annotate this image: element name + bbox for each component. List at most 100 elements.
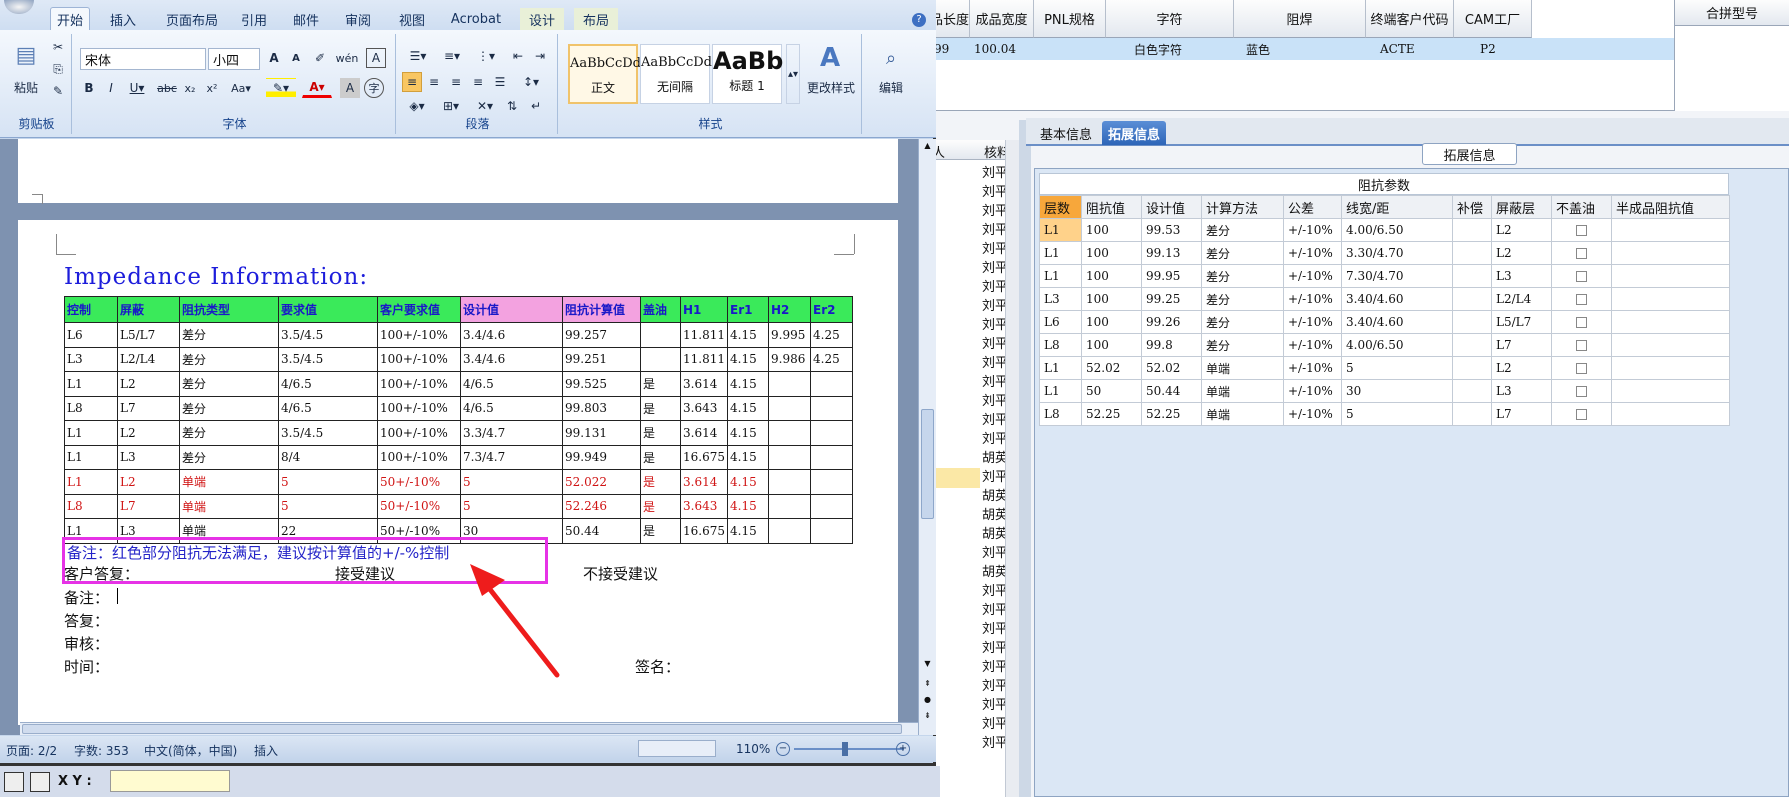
grid-cell[interactable]: +/-10% <box>1283 310 1342 334</box>
hscroll-thumb[interactable] <box>22 724 902 734</box>
grid-cell[interactable]: 7.30/4.70 <box>1341 264 1453 288</box>
grid-cell[interactable] <box>1611 264 1730 288</box>
grid-cell[interactable]: 100 <box>1081 287 1142 311</box>
grid-header[interactable]: 成品宽度 <box>970 0 1034 38</box>
grid-cell[interactable]: 100 <box>1081 264 1142 288</box>
prev-page-icon[interactable]: ⇞ <box>921 679 934 691</box>
grid-header[interactable]: 设计值 <box>1141 195 1202 219</box>
grid-cell[interactable]: L2/L4 <box>1491 287 1552 311</box>
grid-cell[interactable]: 3.40/4.60 <box>1341 287 1453 311</box>
view-buttons[interactable] <box>638 740 716 757</box>
grid-cell[interactable] <box>1611 310 1730 334</box>
grid-cell[interactable]: +/-10% <box>1283 264 1342 288</box>
grid-header[interactable]: 补偿 <box>1452 195 1492 219</box>
grid-cell[interactable]: 99.95 <box>1141 264 1202 288</box>
grid-cell[interactable]: L1 <box>1039 264 1082 288</box>
table-row[interactable]: L1 50 50.44 单端 +/-10% 30 L3 <box>1039 379 1730 403</box>
grid-cell[interactable]: 99.13 <box>1141 241 1202 265</box>
grid-cell[interactable]: 单端 <box>1201 356 1284 380</box>
grid-cell[interactable]: 52.02 <box>1141 356 1202 380</box>
table-row[interactable]: L1 100 99.13 差分 +/-10% 3.30/4.70 L2 <box>1039 241 1730 265</box>
zoom-out-icon[interactable]: − <box>776 742 790 756</box>
scroll-up-icon[interactable]: ▲ <box>921 141 934 153</box>
grid-cell[interactable]: L7 <box>1491 333 1552 357</box>
grid-header[interactable]: 阻焊 <box>1234 0 1366 38</box>
grid-cell[interactable]: 3.30/4.70 <box>1341 241 1453 265</box>
horizontal-scrollbar[interactable] <box>20 722 918 735</box>
grid-cell[interactable]: ACTE <box>1366 38 1454 60</box>
grid-cell[interactable]: L1 <box>1039 356 1082 380</box>
grid-cell[interactable]: P2 <box>1454 38 1532 60</box>
grid-cell[interactable]: 3.40/4.60 <box>1341 310 1453 334</box>
grid-cell[interactable] <box>1611 287 1730 311</box>
grid-cell[interactable]: +/-10% <box>1283 333 1342 357</box>
scroll-down-icon[interactable]: ▼ <box>921 659 934 671</box>
grid-cell[interactable]: L8 <box>1039 402 1082 426</box>
next-page-icon[interactable]: ⇟ <box>921 711 934 723</box>
insert-mode[interactable]: 插入 <box>254 742 278 759</box>
grid-cell[interactable]: L7 <box>1491 402 1552 426</box>
grid-cell[interactable]: 蓝色 <box>1234 38 1366 60</box>
grid-cell[interactable] <box>1452 333 1492 357</box>
grid-cell[interactable] <box>1551 402 1612 426</box>
grid-header[interactable]: 计算方法 <box>1201 195 1284 219</box>
grid-cell[interactable]: 4.00/6.50 <box>1341 333 1453 357</box>
grid-cell[interactable] <box>1452 310 1492 334</box>
grid-cell[interactable]: 100 <box>1081 310 1142 334</box>
no-oil-checkbox[interactable] <box>1576 225 1587 236</box>
word-count[interactable]: 字数: 353 <box>74 742 129 759</box>
grid-cell[interactable]: 差分 <box>1201 333 1284 357</box>
table-row[interactable]: L1 52.02 52.02 单端 +/-10% 5 L2 <box>1039 356 1730 380</box>
grid-cell[interactable]: L3 <box>1491 379 1552 403</box>
grid-cell[interactable]: 差分 <box>1201 218 1284 242</box>
grid-header[interactable]: 字符 <box>1106 0 1234 38</box>
grid-cell[interactable] <box>1034 38 1106 60</box>
grid-header[interactable]: 半成品阻抗值 <box>1611 195 1730 219</box>
page-indicator[interactable]: 页面: 2/2 <box>6 742 57 759</box>
grid-cell[interactable]: 99.26 <box>1141 310 1202 334</box>
grid-cell[interactable]: L1 <box>1039 218 1082 242</box>
grid-cell[interactable]: +/-10% <box>1283 241 1342 265</box>
grid-cell[interactable]: 99.25 <box>1141 287 1202 311</box>
grid-cell[interactable] <box>1551 333 1612 357</box>
zoom-in-icon[interactable]: + <box>896 742 910 756</box>
grid-cell[interactable]: L5/L7 <box>1491 310 1552 334</box>
grid-cell[interactable]: 单端 <box>1201 379 1284 403</box>
grid-cell[interactable]: 100 <box>1081 241 1142 265</box>
grid-cell[interactable]: 100 <box>1081 333 1142 357</box>
grid-cell[interactable]: 白色字符 <box>1106 38 1234 60</box>
zoom-slider-track[interactable] <box>794 748 904 750</box>
grid-cell[interactable]: 100.04 <box>970 38 1034 60</box>
list-scrollbar[interactable] <box>1005 140 1019 797</box>
grid-cell[interactable]: 52.25 <box>1141 402 1202 426</box>
grid-cell[interactable] <box>1551 218 1612 242</box>
grid-cell[interactable]: 99.8 <box>1141 333 1202 357</box>
xy-input[interactable] <box>110 770 230 792</box>
grid-cell[interactable]: L3 <box>1491 264 1552 288</box>
grid-cell[interactable] <box>1551 310 1612 334</box>
splitter[interactable] <box>1019 120 1031 797</box>
grid-cell[interactable]: 99 <box>930 38 970 60</box>
grid-cell[interactable]: +/-10% <box>1283 379 1342 403</box>
grid-cell[interactable]: L2 <box>1491 241 1552 265</box>
grid-cell[interactable]: +/-10% <box>1283 356 1342 380</box>
grid-cell[interactable]: 差分 <box>1201 310 1284 334</box>
grid-header[interactable]: 层数 <box>1039 195 1082 219</box>
grid-cell[interactable] <box>1611 333 1730 357</box>
grid-header[interactable]: CAM工厂 <box>1454 0 1532 38</box>
grid-cell[interactable]: L1 <box>1039 379 1082 403</box>
grid-cell[interactable]: 单端 <box>1201 402 1284 426</box>
table-row[interactable]: L1 100 99.95 差分 +/-10% 7.30/4.70 L3 <box>1039 264 1730 288</box>
grid-cell[interactable]: +/-10% <box>1283 402 1342 426</box>
grid-cell[interactable] <box>1551 379 1612 403</box>
grid-cell[interactable] <box>1452 379 1492 403</box>
no-oil-checkbox[interactable] <box>1576 340 1587 351</box>
grid-cell[interactable]: 5 <box>1341 402 1453 426</box>
grid-cell[interactable]: +/-10% <box>1283 287 1342 311</box>
grid-cell[interactable]: 99.53 <box>1141 218 1202 242</box>
grid-header[interactable]: 屏蔽层 <box>1491 195 1552 219</box>
no-oil-checkbox[interactable] <box>1576 271 1587 282</box>
table-row[interactable]: L6 100 99.26 差分 +/-10% 3.40/4.60 L5/L7 <box>1039 310 1730 334</box>
grid-cell[interactable]: 差分 <box>1201 287 1284 311</box>
grid-cell[interactable] <box>1611 241 1730 265</box>
